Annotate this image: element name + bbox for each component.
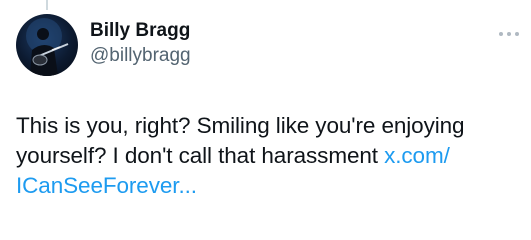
tweet-link-part1: x.com/ (384, 143, 450, 168)
author-handle[interactable]: @billybragg (90, 44, 191, 68)
author-display-name[interactable]: Billy Bragg (90, 19, 191, 43)
more-horizontal-icon (499, 32, 519, 36)
tweet-card: Billy Bragg @billybragg This is you, rig… (0, 0, 531, 240)
thread-connector-line (46, 0, 48, 10)
tweet-link-part2: ICanSeeForever... (16, 173, 197, 198)
more-options-button[interactable] (497, 24, 521, 44)
author-avatar[interactable] (16, 14, 78, 76)
avatar-image (26, 18, 69, 76)
author-info: Billy Bragg @billybragg (90, 19, 191, 68)
tweet-body: This is you, right? Smiling like you're … (16, 111, 506, 201)
